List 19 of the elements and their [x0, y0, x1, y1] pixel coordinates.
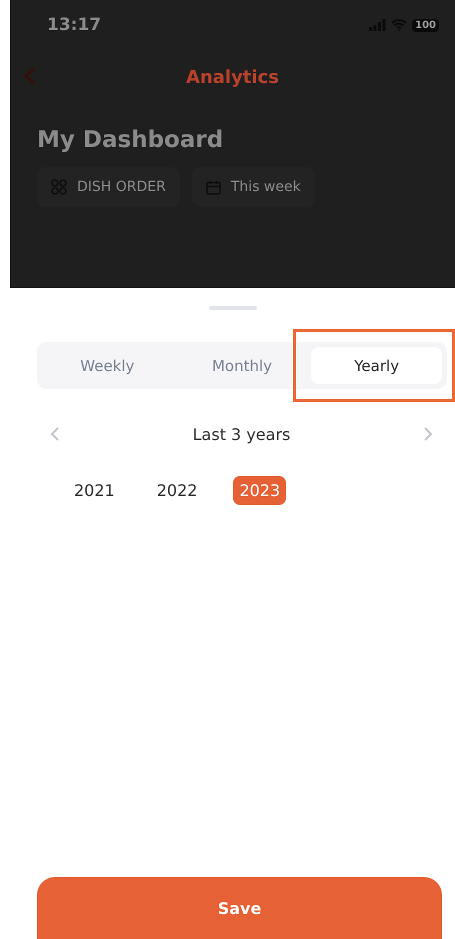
- period-tab[interactable]: Yearly: [311, 347, 442, 384]
- status-time: 13:17: [47, 15, 102, 35]
- filter-chip[interactable]: This week: [192, 167, 315, 207]
- filter-chip[interactable]: DISH ORDER: [37, 167, 180, 207]
- year-option[interactable]: 2021: [68, 476, 121, 505]
- period-tab[interactable]: Monthly: [176, 347, 308, 384]
- grid-icon: [51, 179, 67, 195]
- next-icon[interactable]: [423, 426, 433, 442]
- period-label: Last 3 years: [192, 424, 290, 444]
- dashboard-title: My Dashboard: [37, 127, 224, 153]
- period-tab[interactable]: Weekly: [42, 347, 173, 384]
- year-option[interactable]: 2022: [150, 476, 204, 505]
- year-option[interactable]: 2023: [233, 476, 286, 505]
- screen-title: Analytics: [186, 67, 279, 88]
- previous-icon[interactable]: [50, 426, 60, 442]
- save-button[interactable]: Save: [37, 877, 442, 939]
- battery-icon: 100: [412, 18, 439, 32]
- calendar-icon: [206, 180, 221, 194]
- back-icon[interactable]: [24, 66, 36, 86]
